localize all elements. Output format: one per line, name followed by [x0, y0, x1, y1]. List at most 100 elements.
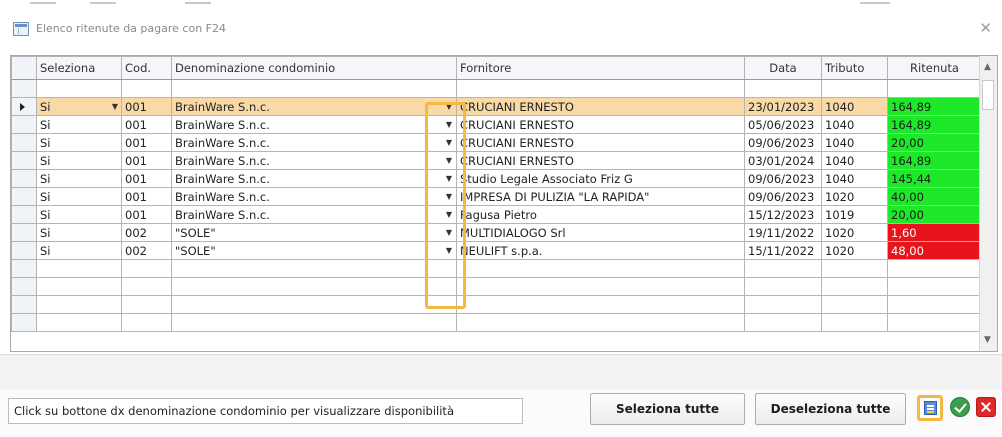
cell-tributo[interactable]: 1020 — [821, 223, 888, 242]
header-data[interactable]: Data — [744, 56, 822, 80]
select-all-button[interactable]: Seleziona tutte — [590, 393, 745, 425]
cell-seleziona[interactable]: Si — [36, 151, 122, 170]
dropdown-arrow-icon[interactable]: ▼ — [446, 117, 452, 133]
cell-data[interactable]: 19/11/2022 — [744, 223, 822, 242]
table-row[interactable]: Si 002 "SOLE" ▼ NEULIFT s.p.a. 15/11/2022 1020… — [11, 241, 982, 260]
cell-data[interactable]: 09/06/2023 — [744, 133, 822, 152]
filter-cell[interactable] — [121, 79, 172, 98]
dropdown-arrow-icon[interactable]: ▼ — [446, 225, 452, 241]
cancel-x-icon[interactable] — [976, 397, 996, 417]
cell-data[interactable]: 15/11/2022 — [744, 241, 822, 260]
cell-seleziona[interactable]: Si — [36, 133, 122, 152]
cell-denominazione[interactable]: BrainWare S.n.c. ▼ — [171, 115, 457, 134]
cell-data[interactable]: 23/01/2023 — [744, 97, 822, 116]
ritenute-grid[interactable]: Seleziona Cod. Denominazione condominio … — [10, 55, 998, 352]
cell-seleziona[interactable]: Si — [36, 169, 122, 188]
cell-cod[interactable]: 001 — [121, 97, 172, 116]
confirm-check-icon[interactable] — [950, 397, 970, 417]
scroll-thumb[interactable] — [982, 80, 994, 110]
cell-data[interactable]: 03/01/2024 — [744, 151, 822, 170]
cell-fornitore[interactable]: Fagusa Pietro — [456, 205, 745, 224]
cell-data[interactable]: 15/12/2023 — [744, 205, 822, 224]
cell-seleziona[interactable]: Si — [36, 187, 122, 206]
cell-ritenuta[interactable]: 48,00 — [887, 241, 982, 260]
cell-tributo[interactable]: 1020 — [821, 187, 888, 206]
empty-row[interactable] — [11, 295, 982, 314]
empty-row[interactable] — [11, 313, 982, 332]
cell-denominazione[interactable]: BrainWare S.n.c. ▼ — [171, 169, 457, 188]
header-denominazione[interactable]: Denominazione condominio — [171, 56, 457, 80]
cell-ritenuta[interactable]: 20,00 — [887, 133, 982, 152]
cell-seleziona[interactable]: Si — [36, 205, 122, 224]
dropdown-arrow-icon[interactable]: ▼ — [446, 171, 452, 187]
cell-ritenuta[interactable]: 40,00 — [887, 187, 982, 206]
dropdown-arrow-icon[interactable]: ▼ — [446, 99, 452, 115]
filter-cell[interactable] — [821, 79, 888, 98]
cell-tributo[interactable]: 1040 — [821, 115, 888, 134]
cell-seleziona[interactable]: Si — [36, 115, 122, 134]
cell-cod[interactable]: 001 — [121, 151, 172, 170]
cell-ritenuta[interactable]: 1,60 — [887, 223, 982, 242]
filter-cell[interactable] — [171, 79, 457, 98]
cell-denominazione[interactable]: "SOLE" ▼ — [171, 241, 457, 260]
dropdown-arrow-icon[interactable]: ▼ — [446, 135, 452, 151]
cell-cod[interactable]: 001 — [121, 187, 172, 206]
cell-cod[interactable]: 002 — [121, 223, 172, 242]
cell-ritenuta[interactable]: 164,89 — [887, 115, 982, 134]
dropdown-arrow-icon[interactable]: ▼ — [446, 189, 452, 205]
cell-seleziona[interactable]: Si — [36, 223, 122, 242]
cell-fornitore[interactable]: CRUCIANI ERNESTO — [456, 115, 745, 134]
filter-cell[interactable] — [36, 79, 122, 98]
cell-denominazione[interactable]: BrainWare S.n.c. ▼ — [171, 187, 457, 206]
header-fornitore[interactable]: Fornitore — [456, 56, 745, 80]
cell-ritenuta[interactable]: 145,44 — [887, 169, 982, 188]
empty-row[interactable] — [11, 277, 982, 296]
cell-cod[interactable]: 001 — [121, 115, 172, 134]
cell-fornitore[interactable]: NEULIFT s.p.a. — [456, 241, 745, 260]
table-row[interactable]: Si 001 BrainWare S.n.c. ▼ CRUCIANI ERNESTO 09… — [11, 133, 982, 152]
cell-tributo[interactable]: 1040 — [821, 151, 888, 170]
table-row[interactable]: Si 001 BrainWare S.n.c. ▼ IMPRESA DI PULIZIA… — [11, 187, 982, 206]
header-tributo[interactable]: Tributo — [821, 56, 888, 80]
header-ritenuta[interactable]: Ritenuta — [887, 56, 982, 80]
table-row[interactable]: Si 001 BrainWare S.n.c. ▼ CRUCIANI ERNESTO 03… — [11, 151, 982, 170]
cell-denominazione[interactable]: BrainWare S.n.c. ▼ — [171, 151, 457, 170]
cell-tributo[interactable]: 1040 — [821, 169, 888, 188]
cell-denominazione[interactable]: BrainWare S.n.c. ▼ — [171, 205, 457, 224]
cell-fornitore[interactable]: CRUCIANI ERNESTO — [456, 97, 745, 116]
cell-cod[interactable]: 001 — [121, 133, 172, 152]
header-cod[interactable]: Cod. — [121, 56, 172, 80]
cell-ritenuta[interactable]: 164,89 — [887, 151, 982, 170]
report-icon[interactable] — [917, 395, 943, 421]
cell-cod[interactable]: 001 — [121, 205, 172, 224]
cell-tributo[interactable]: 1020 — [821, 241, 888, 260]
table-row[interactable]: Si 001 BrainWare S.n.c. ▼ CRUCIANI ERNESTO 05… — [11, 115, 982, 134]
cell-tributo[interactable]: 1019 — [821, 205, 888, 224]
cell-denominazione[interactable]: BrainWare S.n.c. ▼ — [171, 133, 457, 152]
cell-fornitore[interactable]: MULTIDIALOGO Srl — [456, 223, 745, 242]
cell-cod[interactable]: 001 — [121, 169, 172, 188]
cell-tributo[interactable]: 1040 — [821, 97, 888, 116]
filter-row[interactable] — [11, 79, 982, 98]
empty-row[interactable] — [11, 259, 982, 278]
table-row[interactable]: Si 001 BrainWare S.n.c. ▼ Studio Legale Asso… — [11, 169, 982, 188]
table-row[interactable]: Si 001 BrainWare S.n.c. ▼ Fagusa Pietro 15/12… — [11, 205, 982, 224]
scroll-down-icon[interactable]: ▼ — [984, 335, 991, 345]
filter-cell[interactable] — [887, 79, 982, 98]
header-seleziona[interactable]: Seleziona — [36, 56, 122, 80]
deselect-all-button[interactable]: Deseleziona tutte — [755, 393, 906, 425]
scroll-up-icon[interactable]: ▲ — [984, 62, 991, 72]
close-icon[interactable]: ✕ — [979, 19, 992, 37]
cell-seleziona[interactable]: Si — [36, 241, 122, 260]
cell-fornitore[interactable]: Studio Legale Associato Friz G — [456, 169, 745, 188]
cell-seleziona[interactable]: Si ▼ — [36, 97, 122, 116]
dropdown-arrow-icon[interactable]: ▼ — [446, 153, 452, 169]
dropdown-arrow-icon[interactable]: ▼ — [446, 243, 452, 259]
filter-cell[interactable] — [456, 79, 745, 98]
cell-denominazione[interactable]: BrainWare S.n.c. ▼ — [171, 97, 457, 116]
cell-fornitore[interactable]: CRUCIANI ERNESTO — [456, 133, 745, 152]
cell-data[interactable]: 09/06/2023 — [744, 169, 822, 188]
vertical-scrollbar[interactable]: ▲ ▼ — [979, 56, 997, 351]
table-row[interactable]: Si 002 "SOLE" ▼ MULTIDIALOGO Srl 19/11/2022 10… — [11, 223, 982, 242]
cell-cod[interactable]: 002 — [121, 241, 172, 260]
